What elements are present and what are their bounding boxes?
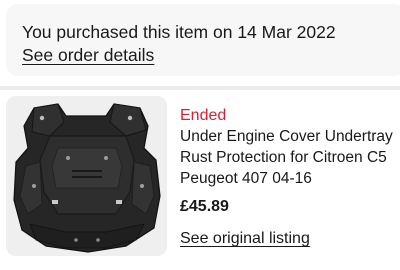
item-thumbnail[interactable] — [6, 96, 167, 256]
item-price: £45.89 — [180, 198, 229, 215]
item-title-line: Rust Protection for Citroen C5 — [180, 149, 387, 166]
item-title-line: Under Engine Cover Undertray — [180, 128, 393, 145]
item-title-line: Peugeot 407 04-16 — [180, 170, 312, 187]
purchase-notice-card: You purchased this item on 14 Mar 2022 S… — [6, 4, 400, 76]
purchased-item-card[interactable]: Ended Under Engine Cover Undertray Rust … — [0, 90, 400, 270]
listing-status-badge: Ended — [180, 107, 227, 124]
purchase-history-view: You purchased this item on 14 Mar 2022 S… — [0, 0, 400, 270]
see-original-listing-link[interactable]: See original listing — [180, 229, 310, 249]
item-title-link[interactable]: Under Engine Cover Undertray Rust Protec… — [180, 126, 400, 189]
purchase-date-text: You purchased this item on 14 Mar 2022 — [22, 22, 336, 42]
see-order-details-link[interactable]: See order details — [22, 44, 154, 66]
undertray-product-photo — [6, 96, 167, 256]
